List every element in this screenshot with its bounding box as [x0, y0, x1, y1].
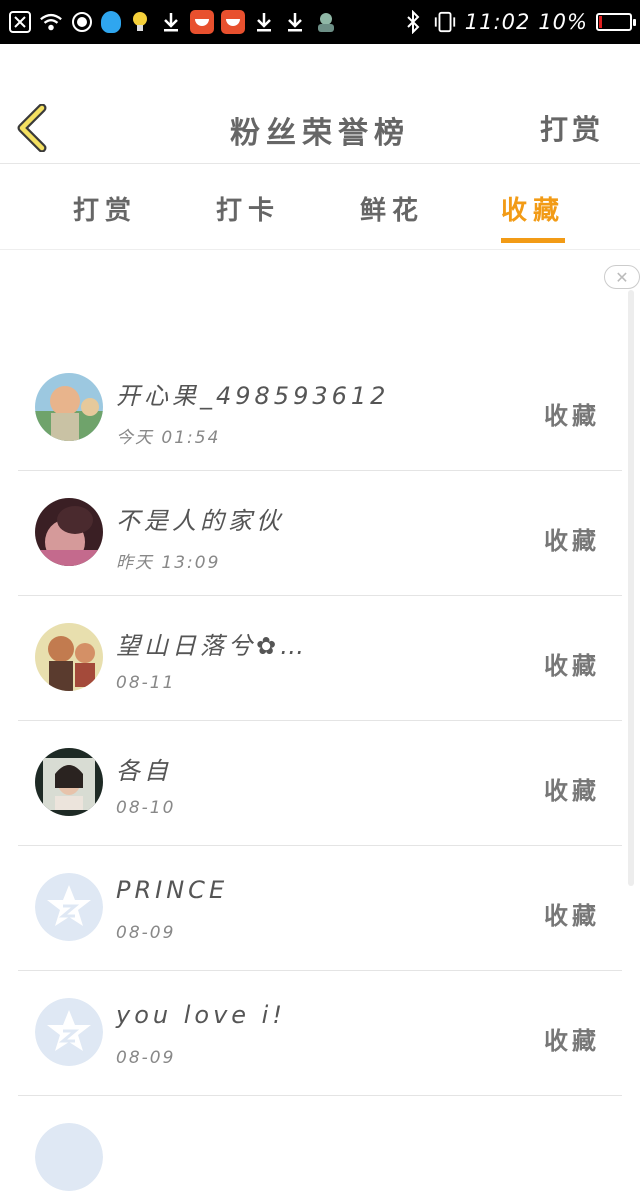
list-item-partial[interactable] [18, 1096, 622, 1191]
avatar [35, 623, 103, 691]
default-avatar [35, 998, 103, 1066]
title-bar: 粉丝荣誉榜 打赏 [0, 44, 640, 164]
wifi-icon [39, 10, 63, 34]
list-item[interactable]: 开心果_498593612 今天 01:54 收藏 [18, 346, 622, 471]
bulb-icon [128, 10, 152, 34]
default-avatar [35, 1123, 103, 1191]
close-button[interactable]: ✕ [604, 265, 640, 289]
timestamp: 08-11 [116, 673, 176, 693]
default-star-icon [35, 873, 103, 941]
favorite-label: 收藏 [544, 527, 600, 555]
user-name: 开心果_498593612 [116, 382, 390, 410]
timestamp: 08-09 [116, 1048, 176, 1068]
tab-active-indicator [501, 238, 565, 243]
battery-icon [596, 13, 636, 31]
battery-percent: 10% [538, 10, 588, 34]
download-icon-3 [283, 10, 307, 34]
favorite-label: 收藏 [544, 902, 600, 930]
avatar [35, 498, 103, 566]
scrollbar[interactable] [628, 290, 634, 886]
favorite-label: 收藏 [544, 402, 600, 430]
tab-reward[interactable]: 打赏 [50, 190, 160, 227]
user-name: 望山日落兮✿… [116, 632, 309, 660]
download-icon-2 [252, 10, 276, 34]
list-item[interactable]: 各自 08-10 收藏 [18, 721, 622, 846]
timestamp: 昨天 13:09 [116, 553, 221, 573]
tab-bar: 打赏 打卡 鲜花 收藏 [0, 164, 640, 250]
tab-checkin[interactable]: 打卡 [193, 190, 303, 227]
vibrate-icon [433, 10, 457, 34]
status-bar: 11:02 10% [0, 0, 640, 44]
download-icon [159, 10, 183, 34]
default-star-icon [35, 998, 103, 1066]
list-item[interactable]: 望山日落兮✿… 08-11 收藏 [18, 596, 622, 721]
favorite-label: 收藏 [544, 1027, 600, 1055]
user-name: PRINCE [116, 876, 229, 904]
default-avatar [35, 873, 103, 941]
list-item[interactable]: PRINCE 08-09 收藏 [18, 846, 622, 971]
list-item[interactable]: 不是人的家伙 昨天 13:09 收藏 [18, 471, 622, 596]
notification-icons [8, 10, 338, 34]
battery-level [599, 16, 602, 28]
close-icon: ✕ [615, 267, 629, 287]
favorite-label: 收藏 [544, 777, 600, 805]
close-notification-icon [8, 10, 32, 34]
user-name: 各自 [116, 757, 172, 785]
list-item[interactable]: you love i! 08-09 收藏 [18, 971, 622, 1096]
timestamp: 今天 01:54 [116, 428, 221, 448]
qq-icon [101, 11, 121, 33]
user-name: you love i! [116, 1001, 286, 1029]
timestamp: 08-10 [116, 798, 176, 818]
favorite-label: 收藏 [544, 652, 600, 680]
avatar [35, 373, 103, 441]
system-status: 11:02 10% [401, 10, 636, 34]
avatar [35, 748, 103, 816]
clock: 11:02 [464, 10, 531, 34]
fan-list: 开心果_498593612 今天 01:54 收藏 不是人的家伙 昨天 13:0… [18, 346, 622, 1191]
bluetooth-icon [401, 10, 425, 34]
tab-flowers[interactable]: 鲜花 [337, 190, 447, 227]
app-notification-icon-2 [221, 10, 245, 34]
game-app-icon [314, 10, 338, 34]
user-name: 不是人的家伙 [116, 507, 284, 535]
timestamp: 08-09 [116, 923, 176, 943]
tab-favorites[interactable]: 收藏 [478, 190, 588, 227]
target-icon [70, 10, 94, 34]
reward-button[interactable]: 打赏 [540, 108, 604, 148]
app-notification-icon [190, 10, 214, 34]
